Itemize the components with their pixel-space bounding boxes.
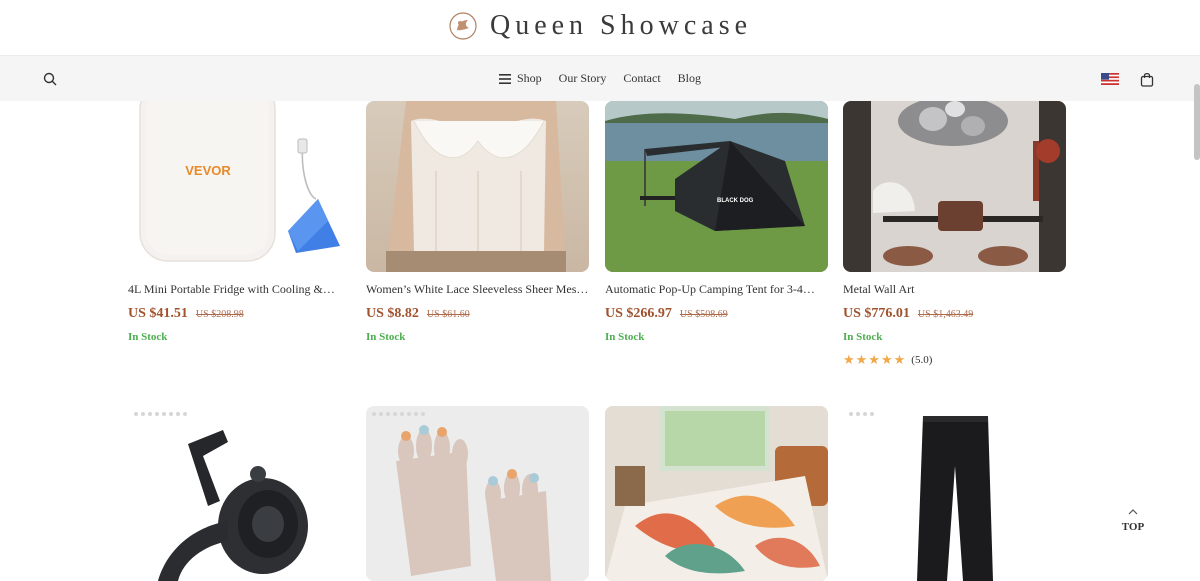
product-price: US $41.51 — [128, 306, 188, 321]
tent-brand-logo: BLACK DOG — [717, 198, 754, 204]
product-image-pants[interactable] — [843, 406, 1066, 581]
product-image-wall-art[interactable] — [843, 101, 1066, 272]
product-original-price: US $61.60 — [426, 309, 470, 320]
product-card[interactable] — [366, 406, 589, 581]
back-to-top-label: TOP — [1121, 521, 1145, 533]
fishing-reel-illustration — [158, 430, 308, 581]
product-card[interactable] — [843, 406, 1066, 581]
price-row: US $8.82 US $61.60 — [366, 306, 589, 322]
nav-item-blog[interactable]: Blog — [678, 71, 701, 86]
gloves-illustration — [396, 425, 551, 581]
brand-logo[interactable]: Queen Showcase — [0, 10, 1200, 42]
fridge-brand-logo: VEVOR — [185, 163, 231, 178]
product-title[interactable]: 4L Mini Portable Fridge with Cooling &… — [128, 282, 351, 297]
stock-status: In Stock — [605, 331, 645, 343]
stock-status: In Stock — [843, 331, 883, 343]
chevron-up-icon — [1128, 509, 1138, 515]
main-navbar: Shop Our Story Contact Blog — [0, 56, 1200, 101]
nav-item-label: Our Story — [558, 71, 607, 85]
product-card[interactable] — [128, 406, 351, 581]
nav-item-shop[interactable]: Shop — [498, 71, 542, 86]
product-image-tent[interactable]: BLACK DOG — [605, 101, 828, 272]
image-carousel-dots[interactable] — [372, 412, 425, 416]
product-card[interactable]: Metal Wall Art US $776.01 US $1,463.49 I… — [843, 101, 1066, 368]
fridge-illustration — [139, 101, 340, 262]
product-image-lace-top[interactable] — [366, 101, 589, 272]
brand-name: Queen Showcase — [489, 10, 753, 41]
page-scrollbar[interactable] — [1194, 84, 1200, 160]
price-row: US $776.01 US $1,463.49 — [843, 306, 1066, 322]
site-header: Queen Showcase — [0, 0, 1200, 56]
nav-item-contact[interactable]: Contact — [623, 71, 660, 86]
menu-icon — [498, 73, 511, 84]
stock-status: In Stock — [366, 331, 406, 343]
product-original-price: US $508.69 — [679, 309, 728, 320]
nav-item-label: Contact — [623, 71, 661, 85]
product-card[interactable]: BLACK DOG Automatic Pop-Up Camping Tent … — [605, 101, 828, 343]
image-carousel-dots[interactable] — [134, 412, 187, 416]
product-original-price: US $208.98 — [195, 309, 244, 320]
product-image-fridge[interactable]: VEVOR — [128, 101, 351, 272]
product-price: US $8.82 — [366, 306, 419, 321]
nav-item-label: Blog — [677, 71, 702, 85]
rating-value: (5.0) — [911, 354, 933, 366]
product-price: US $776.01 — [843, 306, 910, 321]
product-image-rug[interactable] — [605, 406, 828, 581]
rug-illustration — [605, 406, 828, 581]
nav-item-label: Shop — [516, 71, 542, 85]
product-card[interactable] — [605, 406, 828, 581]
image-carousel-dots[interactable] — [849, 412, 874, 416]
product-image-fishing-reel[interactable] — [128, 406, 351, 581]
product-title[interactable]: Women’s White Lace Sleeveless Sheer Mes… — [366, 282, 589, 297]
product-card[interactable]: Women’s White Lace Sleeveless Sheer Mes…… — [366, 101, 589, 343]
product-title[interactable]: Metal Wall Art — [843, 282, 1066, 297]
product-card[interactable]: VEVOR 4L Mini Portable Fridge with Cooli… — [128, 101, 351, 343]
back-to-top-button[interactable]: TOP — [1120, 503, 1146, 533]
star-rating-icon: ★★★★★ — [843, 352, 907, 367]
product-price: US $266.97 — [605, 306, 672, 321]
nav-menu: Shop Our Story Contact Blog — [0, 56, 1200, 101]
lace-top-illustration — [386, 101, 566, 272]
product-original-price: US $1,463.49 — [917, 309, 974, 320]
price-row: US $266.97 US $508.69 — [605, 306, 828, 322]
product-rating: ★★★★★ (5.0) — [843, 352, 1066, 368]
stock-status: In Stock — [128, 331, 168, 343]
logo-emblem-icon — [449, 12, 477, 40]
wall-art-illustration — [843, 101, 1066, 272]
product-title[interactable]: Automatic Pop-Up Camping Tent for 3-4… — [605, 282, 828, 297]
tent-illustration — [605, 101, 828, 272]
price-row: US $41.51 US $208.98 — [128, 306, 351, 322]
us-flag-icon[interactable] — [1100, 69, 1120, 89]
shopping-bag-icon[interactable] — [1137, 69, 1157, 89]
pants-illustration — [917, 416, 993, 581]
product-image-gloves[interactable] — [366, 406, 589, 581]
nav-item-our-story[interactable]: Our Story — [559, 71, 607, 86]
